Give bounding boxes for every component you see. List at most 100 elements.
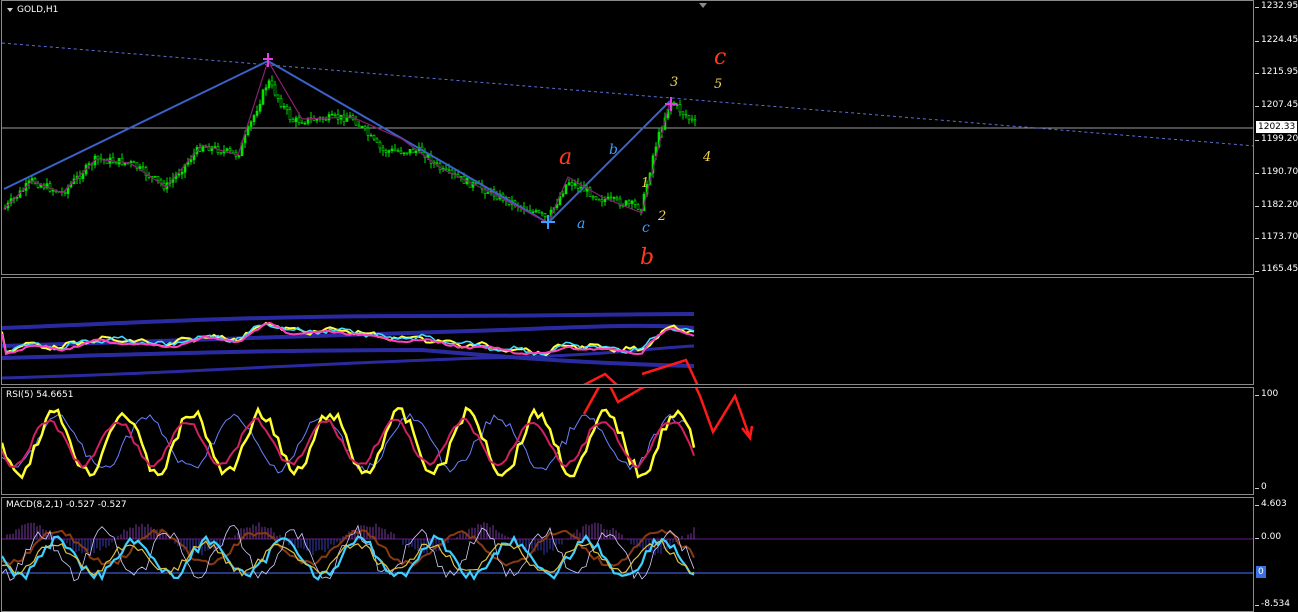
candle-body — [576, 183, 580, 189]
price-chart-pane[interactable]: GOLD,H1 c a b b a c 1 2 3 4 5 — [1, 0, 1254, 275]
candle-body — [534, 210, 538, 213]
candle-body — [561, 193, 565, 197]
candle-body — [360, 125, 364, 128]
candle-body — [627, 200, 631, 204]
wave-label-5: 5 — [714, 77, 723, 92]
candle-body — [486, 192, 490, 194]
candle-body — [639, 208, 643, 211]
candle-body — [570, 182, 574, 186]
price-tick: 1215.95 — [1261, 67, 1298, 77]
candle-body — [228, 148, 232, 152]
macd-label: MACD(8,2,1) -0.527 -0.527 — [6, 500, 127, 510]
wave-label-1: 1 — [641, 176, 650, 191]
candle-body — [600, 199, 604, 203]
candle-body — [384, 150, 388, 153]
candle-body — [225, 148, 229, 151]
price-tick: 1182.20 — [1261, 200, 1298, 210]
macd-indicator-pane[interactable]: MACD(8,2,1) -0.527 -0.527 — [1, 497, 1254, 612]
rsi-svg — [2, 388, 754, 480]
candle-body — [261, 89, 265, 105]
candle-body — [267, 80, 271, 89]
wave-label-2: 2 — [658, 209, 667, 224]
candle-body — [285, 106, 289, 110]
rsi-tick-100: 100 — [1261, 389, 1279, 399]
candle-body — [543, 213, 547, 217]
candle-body — [444, 167, 448, 170]
rsi-tick-0: 0 — [1261, 482, 1267, 492]
price-tick: 1190.70 — [1261, 167, 1298, 177]
candle-body — [315, 118, 319, 121]
candle-body — [684, 114, 688, 117]
candle-body — [201, 146, 205, 152]
candle-body — [342, 114, 346, 122]
projection-arrow-upper — [583, 372, 618, 384]
candle-body — [612, 197, 616, 199]
candle-body — [405, 152, 409, 155]
candle-body — [636, 204, 640, 210]
price-tick: 1224.45 — [1261, 35, 1298, 45]
chart-menu-icon[interactable] — [7, 8, 13, 12]
candle-body — [156, 176, 160, 181]
macd-value-marker: 0 — [1256, 566, 1266, 578]
candle-body — [393, 148, 397, 151]
price-tick: 1173.70 — [1261, 232, 1298, 242]
rsi-label: RSI(5) 54.6651 — [6, 390, 74, 400]
rsi-scale[interactable]: 100 0 — [1255, 387, 1298, 495]
candle-body — [345, 117, 349, 122]
candle-body — [378, 141, 382, 149]
candle-body — [414, 150, 418, 154]
macd-svg — [2, 522, 1253, 582]
candle-body — [447, 169, 451, 171]
macd-scale[interactable]: 4.603 0.00 -8.534 0 — [1255, 497, 1298, 612]
candle-body — [609, 196, 613, 199]
wave-label-big-c: c — [714, 45, 727, 70]
macd-tick-bottom: -8.534 — [1261, 599, 1291, 609]
candle-body — [369, 134, 373, 137]
candle-body — [279, 98, 283, 107]
candle-body — [219, 152, 223, 155]
candle-body — [78, 175, 82, 180]
candle-body — [354, 118, 358, 126]
candle-body — [567, 182, 571, 185]
envelope-indicator-pane[interactable] — [1, 277, 1254, 385]
wave-label-small-a: a — [577, 216, 586, 232]
candle-body — [594, 196, 598, 200]
candle-body — [96, 155, 100, 160]
candle-body — [291, 119, 295, 123]
candles-group — [3, 75, 697, 221]
envelope-svg — [2, 312, 699, 384]
candle-body — [390, 148, 394, 152]
candle-body — [327, 114, 331, 121]
candle-body — [297, 117, 301, 123]
candle-body — [363, 125, 367, 129]
top-marker-2 — [665, 97, 677, 111]
candle-body — [177, 173, 181, 176]
candle-body — [237, 155, 241, 158]
price-tick: 1199.20 — [1261, 134, 1298, 144]
price-scale[interactable]: 1232.95 1224.45 1215.95 1207.45 1199.20 … — [1255, 0, 1298, 275]
candle-body — [255, 110, 259, 116]
candle-body — [138, 166, 142, 169]
macd-thin-line — [2, 524, 695, 582]
candle-body — [615, 197, 619, 200]
candle-body — [153, 176, 157, 178]
wave-trendline[interactable] — [3, 59, 671, 225]
shift-marker-icon[interactable] — [699, 3, 707, 8]
candle-body — [678, 104, 682, 113]
candle-body — [273, 84, 277, 96]
candle-body — [411, 148, 415, 154]
candle-body — [282, 106, 286, 108]
dashed-trendline[interactable] — [2, 42, 1254, 147]
candle-body — [681, 111, 685, 115]
candle-body — [573, 183, 577, 186]
rsi-indicator-pane[interactable]: RSI(5) 54.6651 — [1, 387, 1254, 495]
candle-body — [603, 199, 607, 203]
candle-body — [690, 118, 694, 121]
candle-body — [81, 173, 85, 180]
candle-body — [189, 159, 193, 163]
candle-body — [357, 124, 361, 127]
candle-body — [294, 117, 298, 123]
price-chart-svg — [2, 3, 1254, 229]
price-tick: 1165.45 — [1261, 264, 1298, 274]
candle-body — [303, 122, 307, 125]
